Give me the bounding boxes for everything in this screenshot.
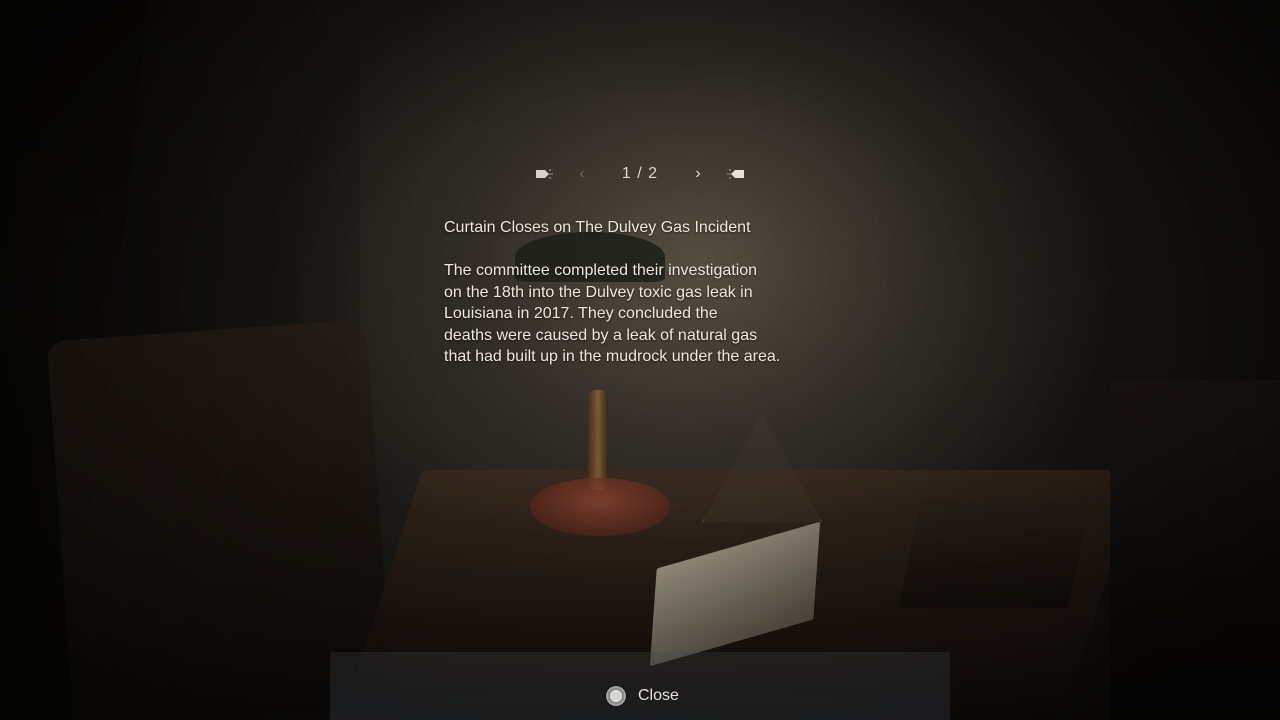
- l1-shoulder-icon: [536, 168, 553, 180]
- page-indicator: 1 / 2: [621, 165, 659, 182]
- document-title: Curtain Closes on The Dulvey Gas Inciden…: [444, 219, 751, 236]
- l1-button-icon[interactable]: [534, 164, 554, 184]
- document-text: Curtain Closes on The Dulvey Gas Inciden…: [444, 217, 864, 368]
- chevron-right-icon: ›: [695, 165, 701, 182]
- r1-shoulder-icon: [727, 168, 744, 180]
- document-line: Louisiana in 2017. They concluded the: [444, 305, 718, 323]
- document-line: on the 18th into the Dulvey toxic gas le…: [444, 283, 753, 301]
- chevron-left-icon: ‹: [579, 165, 585, 182]
- document-line: that had built up in the mudrock under t…: [444, 348, 781, 366]
- page-navigation: ‹ 1 / 2 ›: [530, 160, 750, 188]
- close-label: Close: [638, 687, 679, 704]
- document-body: The committee completed their investigat…: [444, 260, 864, 368]
- r1-button-icon[interactable]: [726, 164, 746, 184]
- document-line: The committee completed their investigat…: [444, 262, 758, 279]
- circle-button-icon: [606, 686, 626, 706]
- document-line: deaths were caused by a leak of natural …: [444, 326, 758, 344]
- next-page-button[interactable]: ›: [690, 164, 706, 184]
- close-button[interactable]: Close: [606, 684, 679, 708]
- prev-page-button[interactable]: ‹: [574, 164, 590, 184]
